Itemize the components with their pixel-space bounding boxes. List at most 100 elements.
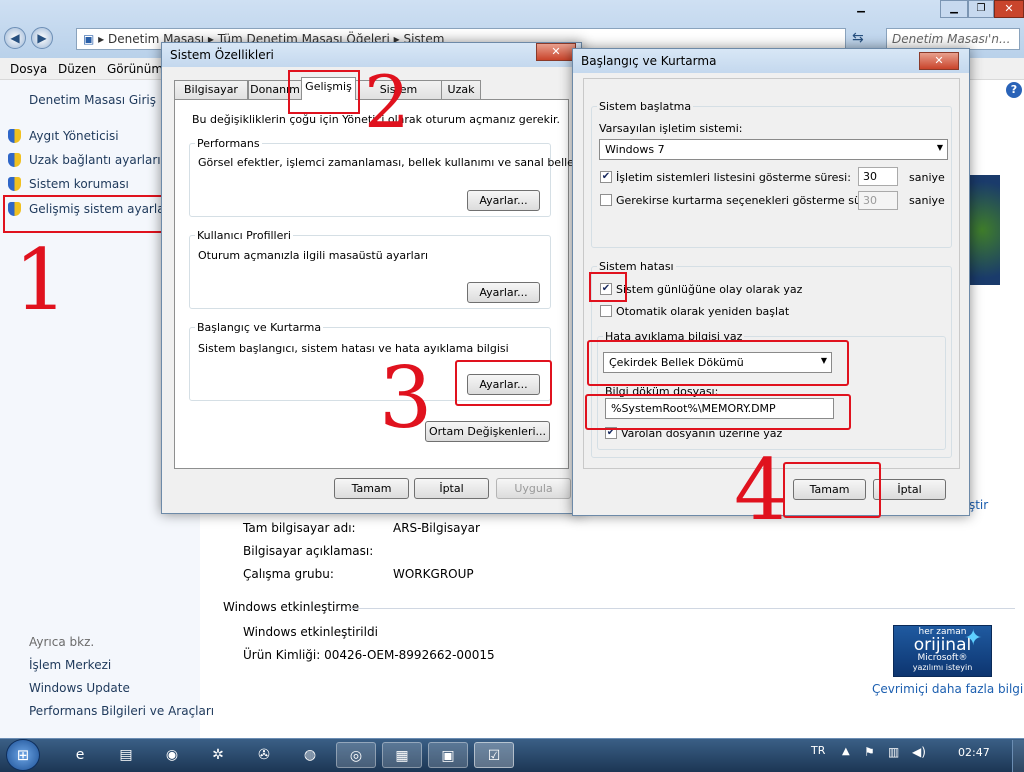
shield-icon: [8, 153, 21, 167]
show-desktop-button[interactable]: [1012, 740, 1024, 772]
annotation-box-3: [455, 360, 552, 406]
show-os-list-checkbox[interactable]: ✔: [600, 171, 612, 183]
clock[interactable]: 02:47: [958, 746, 990, 759]
show-recovery-checkbox[interactable]: [600, 194, 612, 206]
startup-cancel-button[interactable]: İptal: [873, 479, 946, 500]
annotation-step-2: 2: [364, 60, 410, 144]
refresh-icon[interactable]: ⇆: [852, 30, 864, 46]
help-icon[interactable]: ?: [1006, 82, 1022, 98]
tab-advanced[interactable]: Gelişmiş: [301, 77, 356, 100]
see-also-windows-update[interactable]: Windows Update: [29, 681, 130, 695]
computer-name-label: Tam bilgisayar adı:: [243, 521, 356, 535]
annotation-step-3: 3: [379, 349, 433, 447]
menu-dosya[interactable]: Dosya: [10, 62, 47, 76]
language-indicator[interactable]: TR: [811, 744, 825, 757]
activation-divider: [350, 608, 1015, 609]
show-hidden-icons[interactable]: ▲: [842, 746, 850, 757]
startup-recovery-dialog-title: Başlangıç ve Kurtarma: [573, 49, 969, 73]
system-properties-taskbar-icon[interactable]: ▣: [428, 742, 468, 768]
default-os-value: Windows 7: [605, 143, 665, 156]
network-icon[interactable]: ▥: [888, 745, 899, 759]
sidebar-item-system-protection[interactable]: Sistem koruması: [29, 177, 129, 191]
see-also-performance[interactable]: Performans Bilgileri ve Araçları: [29, 704, 214, 718]
user-profiles-title: Kullanıcı Profilleri: [195, 229, 293, 242]
environment-variables-button[interactable]: Ortam Değişkenleri...: [425, 421, 550, 442]
write-event-label: Sistem günlüğüne olay olarak yaz: [616, 283, 803, 296]
default-os-label: Varsayılan işletim sistemi:: [599, 122, 743, 135]
user-profiles-desc: Oturum açmanızla ilgili masaüstü ayarlar…: [198, 249, 429, 262]
menu-duzen[interactable]: Düzen: [58, 62, 96, 76]
control-panel-taskbar-icon[interactable]: ☑: [474, 742, 514, 768]
minimize-icon[interactable]: ▁: [940, 0, 968, 18]
app-icon[interactable]: ◉: [152, 742, 192, 768]
startup-recovery-title: Başlangıç ve Kurtarma: [195, 321, 324, 334]
control-panel-icon: ▣: [83, 32, 95, 46]
annotation-box-1: [3, 195, 166, 233]
back-button[interactable]: ◀: [4, 27, 26, 49]
user-profiles-settings-button[interactable]: Ayarlar...: [467, 282, 540, 303]
sidebar-item-remote-settings[interactable]: Uzak bağlantı ayarları: [29, 153, 161, 167]
annotation-step-1: 1: [14, 231, 68, 329]
minimize-button[interactable]: ▁: [846, 2, 876, 18]
file-explorer-icon[interactable]: ▤: [106, 742, 146, 768]
menu-gorunum[interactable]: Görünüm: [107, 62, 163, 76]
close-icon[interactable]: ✕: [994, 0, 1024, 18]
more-info-link[interactable]: Çevrimiçi daha fazla bilgi...: [872, 682, 1024, 696]
startup-close-button[interactable]: ✕: [919, 52, 959, 70]
workgroup-label: Çalışma grubu:: [243, 567, 334, 581]
annotation-step-4: 4: [734, 441, 788, 539]
tab-remote[interactable]: Uzak: [441, 80, 481, 100]
auto-restart-checkbox[interactable]: [600, 305, 612, 317]
annotation-box-4: [783, 462, 881, 518]
tab-computer-name[interactable]: Bilgisayar Adı: [174, 80, 248, 114]
show-recovery-label: Gerekirse kurtarma seçenekleri gösterme …: [616, 194, 885, 207]
see-also-action-center[interactable]: İşlem Merkezi: [29, 658, 111, 672]
star-icon: ✦: [964, 626, 983, 651]
sidebar-item-device-manager[interactable]: Aygıt Yöneticisi: [29, 129, 119, 143]
annotation-box-event: [589, 272, 627, 302]
default-os-select[interactable]: Windows 7 ▼: [599, 139, 948, 160]
firefox-icon[interactable]: ◍: [290, 742, 330, 768]
notepad-icon[interactable]: ▦: [382, 742, 422, 768]
auto-restart-label: Otomatik olarak yeniden başlat: [616, 305, 790, 318]
see-also-title: Ayrıca bkz.: [29, 635, 95, 649]
workgroup-value: WORKGROUP: [393, 567, 474, 581]
annotation-box-debug: [587, 340, 849, 386]
show-os-list-label: İşletim sistemleri listesini gösterme sü…: [616, 171, 851, 184]
computer-description-label: Bilgisayar açıklaması:: [243, 544, 374, 558]
chevron-down-icon: ▼: [936, 143, 943, 152]
sysprops-cancel-button[interactable]: İptal: [414, 478, 489, 499]
chrome-icon[interactable]: ◎: [336, 742, 376, 768]
system-startup-title: Sistem başlatma: [597, 100, 694, 113]
internet-explorer-icon[interactable]: e: [60, 742, 100, 768]
performance-settings-button[interactable]: Ayarlar...: [467, 190, 540, 211]
shield-icon: [8, 129, 21, 143]
start-button[interactable]: ⊞: [6, 739, 40, 771]
activation-title: Windows etkinleştirme: [223, 600, 360, 614]
sidebar-home-link[interactable]: Denetim Masası Giriş: [29, 93, 156, 107]
startup-recovery-desc: Sistem başlangıcı, sistem hatası ve hata…: [198, 342, 509, 355]
sysprops-ok-button[interactable]: Tamam: [334, 478, 409, 499]
product-id: Ürün Kimliği: 00426-OEM-8992662-00015: [243, 648, 495, 662]
volume-icon[interactable]: ◀): [912, 745, 926, 759]
search-input[interactable]: Denetim Masası'n...: [886, 28, 1020, 50]
genuine-sub: yazılımı isteyin: [912, 663, 973, 672]
genuine-brand: Microsoft®: [917, 653, 968, 663]
app-icon[interactable]: ✲: [198, 742, 238, 768]
performance-title: Performans: [195, 137, 262, 150]
activation-status: Windows etkinleştirildi: [243, 625, 378, 639]
maximize-icon[interactable]: ❐: [968, 0, 994, 18]
seconds-label: saniye: [909, 194, 945, 207]
sysprops-apply-button[interactable]: Uygula: [496, 478, 571, 499]
app-icon[interactable]: ✇: [244, 742, 284, 768]
action-center-icon[interactable]: ⚑: [864, 745, 875, 759]
annotation-box-dump: [585, 394, 851, 430]
show-recovery-seconds[interactable]: 30: [858, 191, 898, 210]
computer-name-value: ARS-Bilgisayar: [393, 521, 480, 535]
forward-button[interactable]: ▶: [31, 27, 53, 49]
performance-desc: Görsel efektler, işlemci zamanlaması, be…: [198, 156, 581, 169]
shield-icon: [8, 177, 21, 191]
show-os-list-seconds[interactable]: 30: [858, 167, 898, 186]
seconds-label: saniye: [909, 171, 945, 184]
sysprops-close-button[interactable]: ✕: [536, 43, 576, 61]
